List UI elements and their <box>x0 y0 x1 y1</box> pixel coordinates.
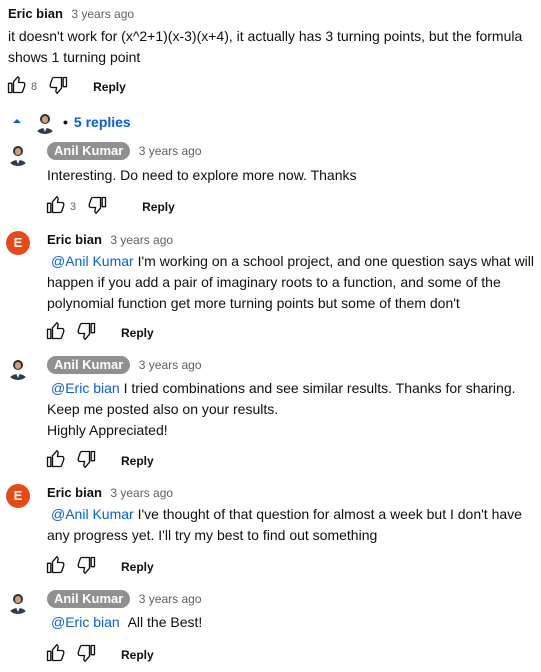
reply-text-line: Keep me posted also on your results. <box>47 401 279 417</box>
comment-text-line: shows 1 turning point <box>8 49 141 65</box>
like-icon[interactable] <box>45 195 65 220</box>
like-count: 3 <box>70 201 77 213</box>
reply-actions: Reply <box>45 449 154 473</box>
reply-time[interactable]: 3 years ago <box>139 358 202 372</box>
like-icon[interactable] <box>45 449 65 474</box>
mention-link[interactable]: @Anil Kumar <box>51 253 134 269</box>
author-pill[interactable]: Anil Kumar <box>47 590 131 608</box>
like-count: 8 <box>31 81 38 93</box>
reply-text-line: happen if you add a pair of imaginary ro… <box>47 274 501 290</box>
reply-time[interactable]: 3 years ago <box>139 144 202 158</box>
reply-text: @Anil Kumar I'm working on a school proj… <box>47 251 541 314</box>
reply-button[interactable]: Reply <box>121 454 154 468</box>
reply-header: Anil Kumar 3 years ago <box>47 142 202 160</box>
reply-header: Anil Kumar 3 years ago <box>47 590 202 608</box>
reply-button[interactable]: Reply <box>142 200 175 214</box>
comment-text: it doesn't work for (x^2+1)(x-3)(x+4), i… <box>8 26 538 68</box>
mention-link[interactable]: @Eric bian <box>51 614 120 630</box>
dislike-icon[interactable] <box>77 449 97 474</box>
mention-link[interactable]: @Anil Kumar <box>51 506 134 522</box>
reply-text-line: Highly Appreciated! <box>47 422 168 438</box>
avatar[interactable]: E <box>6 231 30 255</box>
comment-author[interactable]: Eric bian <box>8 6 63 21</box>
reply-text: @Eric bian I tried combinations and see … <box>47 378 541 441</box>
like-icon[interactable] <box>45 321 65 346</box>
top-comment-actions: 8 Reply <box>6 75 126 99</box>
mention-link[interactable]: @Eric bian <box>51 380 120 396</box>
dislike-icon[interactable] <box>77 643 97 668</box>
caret-up-icon <box>11 114 23 130</box>
reply-text-line: I tried combinations and see similar res… <box>123 380 516 396</box>
reply-actions: Reply <box>45 321 154 345</box>
like-icon[interactable] <box>45 643 65 668</box>
reply-button[interactable]: Reply <box>121 560 154 574</box>
top-comment-header: Eric bian 3 years ago <box>8 5 134 23</box>
reply-button[interactable]: Reply <box>121 326 154 340</box>
dislike-icon[interactable] <box>77 555 97 580</box>
dislike-icon[interactable] <box>49 75 69 100</box>
reply-actions: Reply <box>45 643 154 667</box>
reply-text-line: polynomial function get more turning poi… <box>47 295 460 311</box>
dislike-icon[interactable] <box>77 321 97 346</box>
reply-text: @Anil Kumar I've thought of that questio… <box>47 504 541 546</box>
replies-toggle[interactable]: • 5 replies <box>11 110 131 134</box>
avatar[interactable]: E <box>6 484 30 508</box>
reply-author[interactable]: Eric bian <box>47 485 102 500</box>
reply-header: Eric bian 3 years ago <box>47 231 173 249</box>
reply-text-line: I'm working on a school project, and one… <box>137 253 535 269</box>
reply-text-line: any progress yet. I'll try my best to fi… <box>47 527 378 543</box>
avatar[interactable] <box>6 356 30 380</box>
reply-time[interactable]: 3 years ago <box>110 486 173 500</box>
avatar <box>33 110 57 134</box>
reply-time[interactable]: 3 years ago <box>139 592 202 606</box>
author-pill[interactable]: Anil Kumar <box>47 142 131 160</box>
reply-text: @Eric bian All the Best! <box>47 612 541 633</box>
comment-time[interactable]: 3 years ago <box>71 7 134 21</box>
reply-button[interactable]: Reply <box>93 80 126 94</box>
reply-button[interactable]: Reply <box>121 648 154 662</box>
reply-header: Anil Kumar 3 years ago <box>47 356 202 374</box>
like-icon[interactable] <box>45 555 65 580</box>
reply-actions: Reply <box>45 555 154 579</box>
avatar[interactable] <box>6 142 30 166</box>
comment-text-line: it doesn't work for (x^2+1)(x-3)(x+4), i… <box>8 28 523 44</box>
bullet-dot: • <box>63 114 68 130</box>
reply-text-line: All the Best! <box>127 614 203 630</box>
author-pill[interactable]: Anil Kumar <box>47 356 131 374</box>
reply-header: Eric bian 3 years ago <box>47 484 173 502</box>
reply-time[interactable]: 3 years ago <box>110 233 173 247</box>
replies-count-label: 5 replies <box>73 114 131 130</box>
reply-author[interactable]: Eric bian <box>47 232 102 247</box>
reply-actions: 3 Reply <box>45 195 175 219</box>
reply-text: Interesting. Do need to explore more now… <box>47 167 357 183</box>
dislike-icon[interactable] <box>88 195 108 220</box>
like-icon[interactable] <box>6 75 26 100</box>
avatar[interactable] <box>6 590 30 614</box>
reply-text-line: I've thought of that question for almost… <box>137 506 522 522</box>
